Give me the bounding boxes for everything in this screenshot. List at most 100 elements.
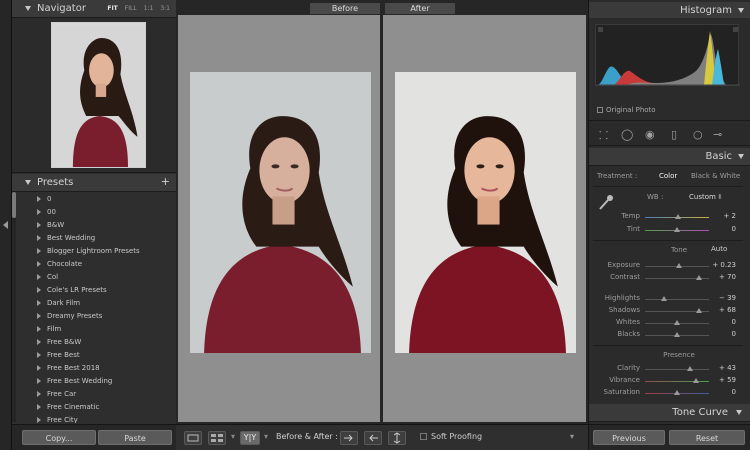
add-preset-button[interactable]: + — [161, 175, 170, 188]
preset-expand-arrow-icon[interactable] — [37, 313, 41, 319]
collapse-left-arrow-icon[interactable] — [3, 221, 8, 229]
copy-after-to-before-button[interactable] — [364, 431, 382, 445]
preset-expand-arrow-icon[interactable] — [37, 235, 41, 241]
copy-before-to-after-button[interactable] — [340, 431, 358, 445]
swap-before-after-button[interactable] — [388, 431, 406, 445]
preset-expand-arrow-icon[interactable] — [37, 339, 41, 345]
soft-proofing-checkbox[interactable] — [420, 433, 427, 440]
auto-tone-button[interactable]: Auto — [711, 245, 727, 253]
preset-item[interactable]: Dark Film — [20, 297, 170, 310]
tone-curve-header[interactable]: Tone Curve — [589, 404, 750, 422]
preset-item[interactable]: Free Best Wedding — [20, 375, 170, 388]
original-photo-toggle[interactable]: Original Photo — [597, 106, 656, 114]
preset-expand-arrow-icon[interactable] — [37, 352, 41, 358]
reset-button[interactable]: Reset — [669, 430, 745, 445]
compare-grid-button[interactable] — [208, 431, 226, 445]
contrast-slider-knob[interactable] — [696, 275, 702, 280]
before-photo[interactable] — [190, 72, 371, 353]
grid-dropdown-icon[interactable]: ▾ — [231, 432, 235, 441]
preset-expand-arrow-icon[interactable] — [37, 417, 41, 423]
preset-item[interactable]: B&W — [20, 219, 170, 232]
preset-item[interactable]: Free Best — [20, 349, 170, 362]
preset-expand-arrow-icon[interactable] — [37, 261, 41, 267]
crop-tool-icon[interactable]: ⸬ — [599, 128, 608, 143]
preset-expand-arrow-icon[interactable] — [37, 404, 41, 410]
highlights-slider-track[interactable] — [645, 299, 709, 300]
presets-disclosure-icon[interactable] — [25, 180, 31, 185]
blacks-slider-knob[interactable] — [674, 332, 680, 337]
vibrance-value[interactable]: + 59 — [719, 376, 736, 384]
highlights-slider-knob[interactable] — [661, 296, 667, 301]
preset-expand-arrow-icon[interactable] — [37, 287, 41, 293]
clarity-value[interactable]: + 43 — [719, 364, 736, 372]
temp-value[interactable]: + 2 — [723, 212, 736, 220]
tint-slider-knob[interactable] — [674, 227, 680, 232]
vibrance-slider-track[interactable] — [645, 381, 709, 382]
basic-header[interactable]: Basic — [589, 148, 750, 166]
shadows-value[interactable]: + 68 — [719, 306, 736, 314]
preset-expand-arrow-icon[interactable] — [37, 391, 41, 397]
saturation-value[interactable]: 0 — [732, 388, 736, 396]
blacks-value[interactable]: 0 — [732, 330, 736, 338]
histogram-disclosure-icon[interactable] — [738, 8, 744, 13]
exposure-value[interactable]: + 0.23 — [712, 261, 736, 269]
yy-view-button[interactable]: Y|Y — [240, 431, 260, 445]
navigator-thumbnail[interactable] — [51, 22, 146, 168]
loupe-view-button[interactable] — [184, 431, 202, 445]
preset-item[interactable]: Best Wedding — [20, 232, 170, 245]
spot-removal-tool-icon[interactable]: ◯ — [621, 128, 633, 141]
preset-item[interactable]: Dreamy Presets — [20, 310, 170, 323]
preset-item[interactable]: Free Car — [20, 388, 170, 401]
preset-item[interactable]: Free City — [20, 414, 170, 423]
zoom-fit[interactable]: FIT — [107, 5, 117, 12]
preset-item[interactable]: Blogger Lightroom Presets — [20, 245, 170, 258]
preset-item[interactable]: Free B&W — [20, 336, 170, 349]
preset-item[interactable]: 0 — [20, 193, 170, 206]
clarity-slider-track[interactable] — [645, 369, 709, 370]
preset-item[interactable]: 00 — [20, 206, 170, 219]
whites-slider-knob[interactable] — [674, 320, 680, 325]
paste-button[interactable]: Paste — [98, 430, 172, 445]
preset-expand-arrow-icon[interactable] — [37, 274, 41, 280]
shadows-slider-knob[interactable] — [696, 308, 702, 313]
highlights-value[interactable]: − 39 — [719, 294, 736, 302]
preset-item[interactable]: Chocolate — [20, 258, 170, 271]
treatment-color-option[interactable]: Color — [659, 172, 677, 180]
preset-expand-arrow-icon[interactable] — [37, 378, 41, 384]
copy-button[interactable]: Copy... — [22, 430, 96, 445]
tint-value[interactable]: 0 — [732, 225, 736, 233]
previous-button[interactable]: Previous — [593, 430, 665, 445]
preset-expand-arrow-icon[interactable] — [37, 326, 41, 332]
preset-expand-arrow-icon[interactable] — [37, 196, 41, 202]
tone-curve-disclosure-icon[interactable] — [736, 410, 742, 415]
graduated-filter-tool-icon[interactable]: ▯ — [671, 128, 677, 141]
left-panel-collapse-strip[interactable] — [0, 0, 12, 450]
preset-item[interactable]: Free Best 2018 — [20, 362, 170, 375]
basic-disclosure-icon[interactable] — [738, 154, 744, 159]
exposure-slider-knob[interactable] — [676, 263, 682, 268]
wb-select-arrows-icon[interactable]: ⬍ — [717, 193, 723, 201]
preset-expand-arrow-icon[interactable] — [37, 365, 41, 371]
treatment-bw-option[interactable]: Black & White — [691, 172, 740, 180]
toolbar-menu-dropdown-icon[interactable]: ▾ — [570, 432, 574, 441]
preset-item[interactable]: Col — [20, 271, 170, 284]
after-view[interactable] — [383, 15, 586, 422]
presets-scrollbar[interactable] — [12, 192, 16, 422]
preset-item[interactable]: Cole's LR Presets — [20, 284, 170, 297]
preset-expand-arrow-icon[interactable] — [37, 222, 41, 228]
zoom-1-1[interactable]: 1:1 — [144, 5, 154, 12]
preset-item[interactable]: Free Cinematic — [20, 401, 170, 414]
presets-header[interactable]: Presets + — [12, 174, 176, 192]
preset-expand-arrow-icon[interactable] — [37, 248, 41, 254]
wb-select[interactable]: Custom — [689, 193, 716, 201]
original-photo-checkbox[interactable] — [597, 107, 603, 113]
navigator-preview[interactable] — [12, 18, 176, 173]
after-photo[interactable] — [395, 72, 576, 353]
histogram-graph[interactable] — [595, 24, 740, 86]
presets-scroll-thumb[interactable] — [12, 192, 16, 218]
preset-item[interactable]: Film — [20, 323, 170, 336]
preset-expand-arrow-icon[interactable] — [37, 209, 41, 215]
navigator-disclosure-icon[interactable] — [25, 6, 31, 11]
navigator-header[interactable]: Navigator FIT FILL 1:1 3:1 — [12, 0, 176, 18]
zoom-3-1[interactable]: 3:1 — [160, 5, 170, 12]
